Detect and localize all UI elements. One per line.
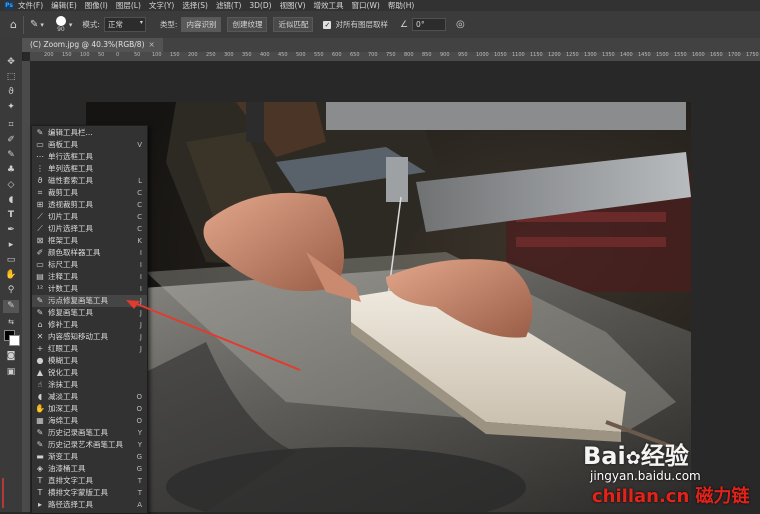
watermark-url: jingyan.baidu.com [590,469,701,483]
baidu-watermark: Bai✿经验 [583,436,689,471]
baidu-paw-icon: ✿ [625,448,641,469]
watermark-site: chillan.cn 磁力链 [592,486,750,507]
arrow-line [131,301,301,371]
baidu-logo-text: Bai [583,442,626,470]
baidu-jingyan-text: 经验 [640,442,689,470]
